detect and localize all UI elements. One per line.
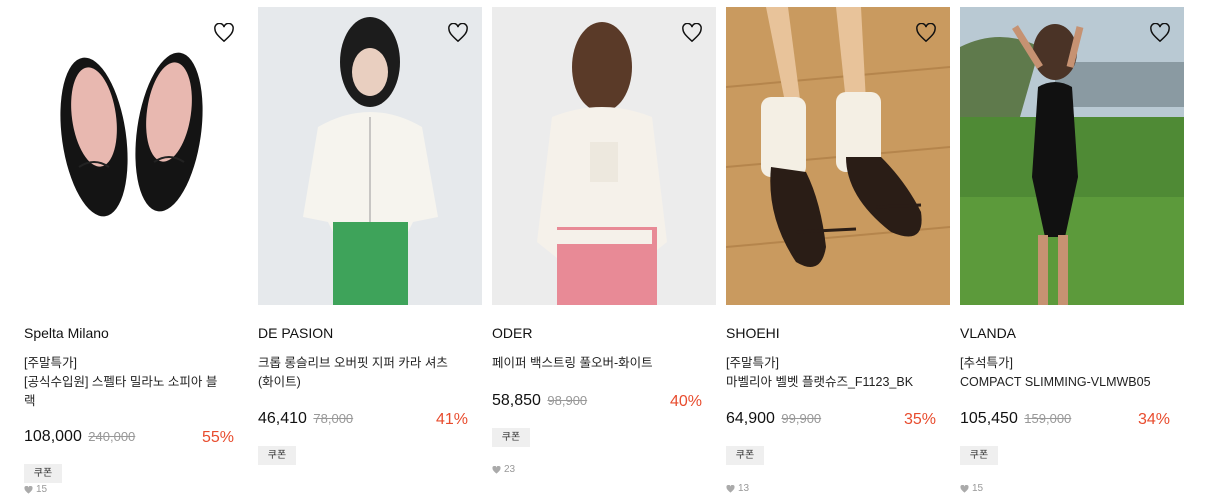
product-name[interactable]: [주말특가] [공식수입원] 스펠타 밀라노 소피아 블 랙 (24, 354, 238, 411)
heart-outline-icon[interactable] (915, 23, 937, 43)
product-photo-pullover (492, 7, 716, 305)
product-name-line1: 마벨리아 벨벳 플랫슈즈_F1123_BK (726, 375, 914, 389)
price-row: 105,450 159,000 34% (960, 410, 1170, 432)
coupon-badge[interactable]: 쿠폰 (960, 446, 998, 465)
product-card[interactable]: ODER 페이퍼 백스트링 풀오버-화이트 58,850 98,900 40% … (492, 7, 716, 496)
discount-rate: 41% (435, 411, 468, 428)
coupon-badge[interactable]: 쿠폰 (492, 428, 530, 447)
like-count: 15 (24, 484, 47, 495)
like-count: 15 (960, 483, 983, 494)
price-row: 58,850 98,900 40% (492, 392, 702, 414)
product-name-line1: COMPACT SLIMMING-VLMWB05 (960, 375, 1151, 389)
like-count-value: 15 (972, 483, 984, 494)
product-photo-shoes (24, 7, 248, 305)
product-brand[interactable]: ODER (492, 325, 532, 341)
product-image[interactable] (24, 7, 248, 305)
product-name[interactable]: 페이퍼 백스트링 풀오버-화이트 (492, 354, 706, 373)
like-count-value: 23 (504, 464, 516, 475)
original-price: 99,900 (781, 411, 822, 426)
product-card[interactable]: SHOEHI [주말특가] 마벨리아 벨벳 플랫슈즈_F1123_BK 64,9… (726, 7, 950, 496)
heart-outline-icon[interactable] (1149, 23, 1171, 43)
product-card[interactable]: VLANDA [추석특가] COMPACT SLIMMING-VLMWB05 1… (960, 7, 1184, 496)
product-name-line1: 페이퍼 백스트링 풀오버-화이트 (492, 356, 653, 370)
coupon-badge[interactable]: 쿠폰 (258, 446, 296, 465)
product-image[interactable] (726, 7, 950, 305)
product-photo-flats (726, 7, 950, 305)
original-price: 240,000 (88, 429, 136, 444)
product-card[interactable]: DE PASION 크롭 롱슬리브 오버핏 지퍼 카라 셔츠 (화이트) 46,… (258, 7, 482, 496)
product-image[interactable] (960, 7, 1184, 305)
price-row: 46,410 78,000 41% (258, 410, 468, 432)
heart-filled-icon (24, 485, 33, 494)
coupon-badge[interactable]: 쿠폰 (24, 464, 62, 483)
heart-outline-icon[interactable] (681, 23, 703, 43)
price-row: 108,000 240,000 55% (24, 428, 234, 450)
sale-price: 46,410 (258, 410, 307, 427)
product-image[interactable] (258, 7, 482, 305)
like-count-value: 15 (36, 484, 48, 495)
price-row: 64,900 99,900 35% (726, 410, 936, 432)
discount-rate: 55% (201, 429, 234, 446)
heart-outline-icon[interactable] (213, 23, 235, 43)
heart-outline-icon[interactable] (447, 23, 469, 43)
heart-filled-icon (726, 484, 735, 493)
promo-tag: [추석특가] (960, 356, 1013, 370)
product-image[interactable] (492, 7, 716, 305)
product-name-line2: 랙 (24, 394, 36, 408)
product-brand[interactable]: Spelta Milano (24, 325, 109, 341)
product-photo-dress (960, 7, 1184, 305)
sale-price: 105,450 (960, 410, 1018, 427)
product-brand[interactable]: SHOEHI (726, 325, 780, 341)
like-count: 23 (492, 464, 515, 475)
product-card[interactable]: Spelta Milano [주말특가] [공식수입원] 스펠타 밀라노 소피아… (24, 7, 248, 496)
sale-price: 108,000 (24, 428, 82, 445)
product-name[interactable]: [주말특가] 마벨리아 벨벳 플랫슈즈_F1123_BK (726, 354, 940, 392)
product-photo-shirt (258, 7, 482, 305)
product-name-line2: (화이트) (258, 375, 301, 389)
original-price: 98,900 (547, 393, 588, 408)
sale-price: 58,850 (492, 392, 541, 409)
like-count-value: 13 (738, 483, 750, 494)
promo-tag: [주말특가] (726, 356, 779, 370)
product-name[interactable]: 크롭 롱슬리브 오버핏 지퍼 카라 셔츠 (화이트) (258, 354, 472, 392)
product-name-line1: 크롭 롱슬리브 오버핏 지퍼 카라 셔츠 (258, 356, 448, 370)
like-count: 13 (726, 483, 749, 494)
product-brand[interactable]: VLANDA (960, 325, 1016, 341)
product-name[interactable]: [추석특가] COMPACT SLIMMING-VLMWB05 (960, 354, 1174, 392)
heart-filled-icon (960, 484, 969, 493)
discount-rate: 34% (1137, 411, 1170, 428)
product-brand[interactable]: DE PASION (258, 325, 333, 341)
original-price: 159,000 (1024, 411, 1072, 426)
promo-tag: [주말특가] (24, 356, 77, 370)
product-name-line1: [공식수입원] 스펠타 밀라노 소피아 블 (24, 375, 218, 389)
discount-rate: 40% (669, 393, 702, 410)
heart-filled-icon (492, 465, 501, 474)
original-price: 78,000 (313, 411, 354, 426)
discount-rate: 35% (903, 411, 936, 428)
sale-price: 64,900 (726, 410, 775, 427)
coupon-badge[interactable]: 쿠폰 (726, 446, 764, 465)
